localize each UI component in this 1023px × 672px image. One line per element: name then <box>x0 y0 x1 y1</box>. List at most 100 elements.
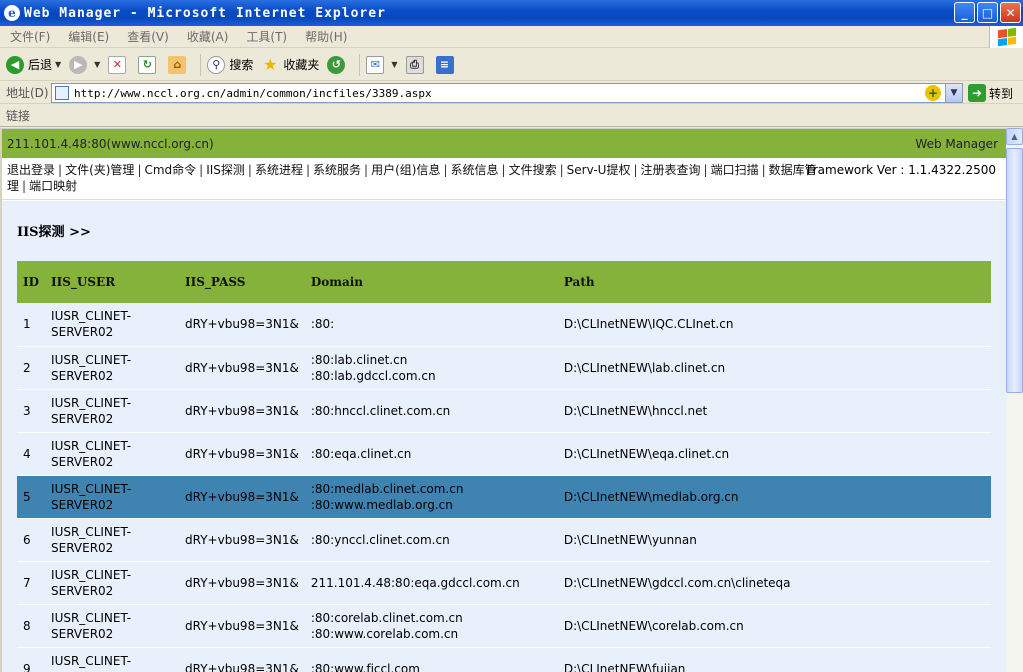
cell-iis-pass: dRY+vbu98=3N1& <box>179 303 305 347</box>
nav-processes[interactable]: 系统进程 <box>255 163 303 177</box>
cell-id-text: 5 <box>23 489 31 504</box>
table-row[interactable]: 2 IUSR_CLINET-SERVER02 dRY+vbu98=3N1&:80:l… <box>17 346 991 390</box>
table-row[interactable]: 8 IUSR_CLINET-SERVER02 dRY+vbu98=3N1&:80:c… <box>17 604 991 648</box>
windows-flag-icon <box>989 26 1023 48</box>
table-row[interactable]: 1 IUSR_CLINET-SERVER02 dRY+vbu98=3N1&:80: D… <box>17 303 991 347</box>
header-id: ID <box>17 261 46 303</box>
address-dropdown-icon[interactable]: ▼ <box>945 84 962 102</box>
favorites-button[interactable]: ★ 收藏夹 <box>261 55 319 74</box>
table-row[interactable]: 7 IUSR_CLINET-SERVER02 dRY+vbu98=3N1& 211.1… <box>17 561 991 605</box>
table-body: 1 IUSR_CLINET-SERVER02 dRY+vbu98=3N1&:80: D… <box>17 303 991 672</box>
minimize-button[interactable]: _ <box>954 2 975 23</box>
cell-iis-user-text: IUSR_CLINET-SERVER02 <box>51 395 132 426</box>
cell-id: 7 <box>17 561 46 605</box>
address-input[interactable]: http://www.nccl.org.cn/admin/common/incf… <box>51 83 963 103</box>
back-dropdown-icon[interactable]: ▼ <box>55 60 61 69</box>
cell-iis-user-text: IUSR_CLINET-SERVER02 <box>51 653 132 672</box>
cell-iis-pass-text: dRY+vbu98=3N1& <box>185 532 299 547</box>
cell-path: D:\CLInetNEW\yunnan <box>557 518 991 562</box>
cell-iis-pass-text: dRY+vbu98=3N1& <box>185 489 299 504</box>
menu-edit[interactable]: 编辑(E) <box>58 28 117 45</box>
nav-file-manager[interactable]: 文件(夹)管理 <box>65 163 134 177</box>
search-label: 搜索 <box>229 58 254 72</box>
nav-logout[interactable]: 退出登录 <box>7 163 55 177</box>
menu-file[interactable]: 文件(F) <box>0 28 58 45</box>
scroll-up-icon[interactable]: ▲ <box>1006 128 1023 145</box>
refresh-button[interactable]: ↻ <box>138 55 160 74</box>
cell-id-text: 2 <box>23 360 31 375</box>
cell-iis-pass-text: dRY+vbu98=3N1& <box>185 403 299 418</box>
cell-iis-user-text: IUSR_CLINET-SERVER02 <box>51 524 132 555</box>
cell-iis-user-text: IUSR_CLINET-SERVER02 <box>51 352 132 383</box>
table-row[interactable]: 9 IUSR_CLINET-SERVER02 dRY+vbu98=3N1&:80:w… <box>17 647 991 672</box>
stop-button[interactable]: ✕ <box>108 55 130 74</box>
table-row[interactable]: 5 IUSR_CLINET-SERVER02 dRY+vbu98=3N1&:80:m… <box>17 475 991 519</box>
nav-port-scan[interactable]: 端口扫描 <box>711 163 759 177</box>
cell-path-text: D:\CLInetNEW\fujian <box>563 661 686 672</box>
cell-iis-pass-text: dRY+vbu98=3N1& <box>185 575 299 590</box>
cell-domain-text: :80: <box>310 317 335 332</box>
table-row[interactable]: 6 IUSR_CLINET-SERVER02 dRY+vbu98=3N1&:80:y… <box>17 518 991 562</box>
menu-help[interactable]: 帮助(H) <box>295 28 355 45</box>
go-button[interactable]: ➜ 转到 <box>968 84 1013 102</box>
cell-path-text: D:\CLInetNEW\corelab.com.cn <box>563 618 744 633</box>
forward-dropdown-icon[interactable]: ▼ <box>94 60 100 69</box>
table-row[interactable]: 4 IUSR_CLINET-SERVER02 dRY+vbu98=3N1&:80:e… <box>17 432 991 476</box>
toolbar-separator <box>359 53 361 76</box>
cell-id: 4 <box>17 432 46 476</box>
nav-file-search[interactable]: 文件搜索 <box>509 163 557 177</box>
window-controls: _ □ ✕ <box>954 2 1021 23</box>
cell-domain-text: :80:eqa.clinet.cn <box>310 446 412 461</box>
iis-table: ID IIS_USER IIS_PASS Domain Path 1 IUSR_C… <box>17 261 991 672</box>
nav-users[interactable]: 用户(组)信息 <box>371 163 440 177</box>
address-label: 地址(D) <box>6 86 49 100</box>
site-brand: Web Manager <box>915 136 998 151</box>
menu-favorites[interactable]: 收藏(A) <box>177 28 237 45</box>
favorites-star-icon: ★ <box>263 55 278 74</box>
edit-button[interactable]: ≡ <box>435 55 458 74</box>
cell-path-text: D:\CLInetNEW\medlab.org.cn <box>563 489 739 504</box>
maximize-button[interactable]: □ <box>977 2 998 23</box>
cell-domain: :80:www.fjccl.com <box>304 647 558 672</box>
nav-services[interactable]: 系统服务 <box>313 163 361 177</box>
cell-path: D:\CLInetNEW\eqa.clinet.cn <box>557 432 991 476</box>
nav-bar: 退出登录 | 文件(夹)管理 | Cmd命令 | IIS探测 | 系统进程 | 系统服务 | 用户(组)… <box>2 158 1006 200</box>
mail-dropdown-icon[interactable]: ▼ <box>391 60 397 69</box>
cell-iis-user: IUSR_CLINET-SERVER02 <box>45 475 180 519</box>
forward-button[interactable]: ▶ ▼ <box>69 55 100 74</box>
menu-view[interactable]: 查看(V) <box>117 28 177 45</box>
cell-domain-text: :80:ynccl.clinet.com.cn <box>310 532 450 547</box>
links-label[interactable]: 链接 <box>6 107 30 124</box>
go-arrow-icon: ➜ <box>968 84 986 102</box>
nav-iis-probe[interactable]: IIS探测 <box>206 163 245 177</box>
nav-registry[interactable]: 注册表查询 <box>641 163 701 177</box>
menu-tools[interactable]: 工具(T) <box>236 28 295 45</box>
nav-port-map[interactable]: 端口映射 <box>29 179 77 193</box>
back-button[interactable]: ◀ 后退 ▼ <box>6 55 61 74</box>
vertical-scrollbar[interactable]: ▲ <box>1006 128 1023 672</box>
cell-path: D:\CLInetNEW\medlab.org.cn <box>557 475 991 519</box>
print-button[interactable]: ⎙ <box>405 55 428 74</box>
add-favorite-icon[interactable]: + <box>925 85 941 101</box>
close-button[interactable]: ✕ <box>1000 2 1021 23</box>
nav-system-info[interactable]: 系统信息 <box>451 163 499 177</box>
table-row[interactable]: 3 IUSR_CLINET-SERVER02 dRY+vbu98=3N1&:80:h… <box>17 389 991 433</box>
nav-cmd[interactable]: Cmd命令 <box>144 163 196 177</box>
nav-servu[interactable]: Serv-U提权 <box>567 163 631 177</box>
scroll-thumb[interactable] <box>1006 148 1023 393</box>
address-url[interactable]: http://www.nccl.org.cn/admin/common/incf… <box>74 87 925 100</box>
menu-bar: 文件(F) 编辑(E) 查看(V) 收藏(A) 工具(T) 帮助(H) <box>0 26 1023 48</box>
mail-button[interactable]: ✉ ▼ <box>366 55 398 74</box>
cell-iis-user: IUSR_CLINET-SERVER02 <box>45 518 180 562</box>
cell-iis-pass: dRY+vbu98=3N1& <box>179 518 305 562</box>
window-title: Web Manager - Microsoft Internet Explore… <box>24 5 386 21</box>
links-bar: 链接 <box>0 105 1023 127</box>
cell-domain: :80:corelab.clinet.com.cn :80:www.corela… <box>304 604 558 648</box>
search-button[interactable]: ⚲ 搜索 <box>207 55 254 74</box>
cell-iis-user-text: IUSR_CLINET-SERVER02 <box>51 438 132 469</box>
cell-id-text: 4 <box>23 446 31 461</box>
home-button[interactable]: ⌂ <box>168 55 190 74</box>
cell-iis-user: IUSR_CLINET-SERVER02 <box>45 561 180 605</box>
header-path: Path <box>557 261 991 303</box>
history-button[interactable]: ↺ <box>327 55 349 74</box>
